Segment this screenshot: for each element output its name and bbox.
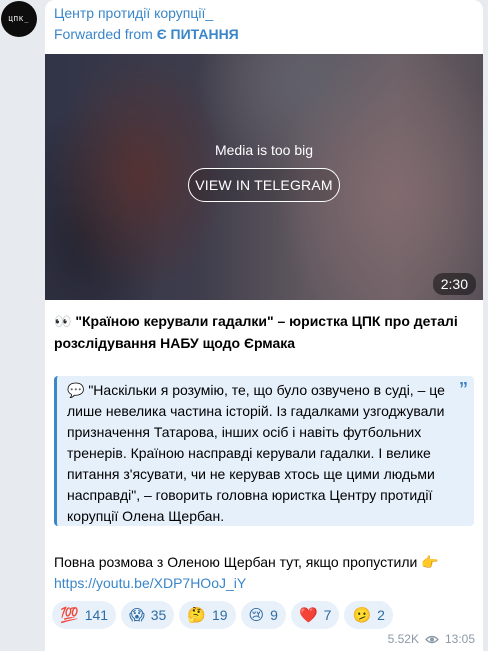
- avatar-text: ЦПК_: [8, 15, 30, 23]
- heart-icon: ❤️: [298, 606, 318, 624]
- reaction-scream[interactable]: 😱 35: [121, 601, 175, 629]
- media-too-big-notice: Media is too big: [214, 142, 314, 158]
- reaction-heart[interactable]: ❤️ 7: [290, 601, 340, 629]
- confused-face-icon: 🫤: [352, 606, 372, 624]
- channel-avatar[interactable]: ЦПК_: [1, 1, 37, 37]
- blockquote: 💬 "Наскільки я розумію, те, що було озву…: [54, 376, 474, 526]
- reaction-count: 7: [323, 607, 332, 623]
- message-bubble: Центр протидії корупції_ Forwarded from …: [45, 0, 483, 651]
- screaming-face-icon: 😱: [129, 606, 145, 624]
- reaction-thinking[interactable]: 🤔 19: [179, 601, 236, 629]
- reaction-count: 141: [84, 607, 109, 623]
- message-time: 13:05: [444, 632, 475, 646]
- message-meta: 5.52K 13:05: [388, 632, 475, 646]
- headline-text: "Країною керували гадалки" – юристка ЦПК…: [54, 313, 458, 351]
- reaction-crying[interactable]: 😢 9: [240, 601, 286, 629]
- paragraph-text: Повна розмова з Оленою Щербан тут, якщо …: [54, 554, 418, 570]
- reactions-bar: 💯 141 😱 35 🤔 19 😢 9 ❤️ 7 🫤 2: [52, 601, 393, 629]
- hundred-points-icon: 💯: [60, 606, 79, 624]
- channel-name[interactable]: Центр протидії корупції_: [54, 5, 213, 21]
- thinking-face-icon: 🤔: [187, 606, 206, 624]
- eyes-emoji: 👀: [54, 313, 72, 329]
- video-preview[interactable]: Media is too big VIEW IN TELEGRAM 2:30: [45, 54, 483, 300]
- post-paragraph: Повна розмова з Оленою Щербан тут, якщо …: [54, 552, 474, 594]
- forwarded-source[interactable]: Є ПИТАННЯ: [157, 26, 239, 42]
- forwarded-from[interactable]: Forwarded from Є ПИТАННЯ: [54, 26, 239, 42]
- quote-text-block: 💬 "Наскільки я розумію, те, що було озву…: [67, 380, 451, 527]
- view-in-telegram-button[interactable]: VIEW IN TELEGRAM: [188, 168, 340, 202]
- reaction-count: 35: [150, 607, 167, 623]
- speech-bubble-emoji: 💬: [67, 382, 85, 398]
- reaction-count: 19: [211, 607, 228, 623]
- reaction-count: 9: [270, 607, 278, 623]
- video-duration-badge: 2:30: [432, 273, 476, 295]
- youtube-link[interactable]: https://youtu.be/XDP7HOoJ_iY: [54, 575, 246, 591]
- reaction-count: 2: [377, 607, 385, 623]
- quote-text: "Наскільки я розумію, те, що було озвуче…: [67, 382, 445, 524]
- view-count: 5.52K: [387, 632, 419, 646]
- post-headline: 👀 "Країною керували гадалки" – юристка Ц…: [54, 310, 474, 354]
- eye-icon: [425, 635, 439, 643]
- reaction-confused[interactable]: 🫤 2: [344, 601, 393, 629]
- reaction-hundred[interactable]: 💯 141: [52, 601, 117, 629]
- forwarded-prefix: Forwarded from: [54, 26, 157, 42]
- crying-face-icon: 😢: [248, 606, 265, 624]
- pointing-hand-emoji: 👉: [421, 554, 439, 570]
- quote-mark-icon: ”: [459, 379, 468, 399]
